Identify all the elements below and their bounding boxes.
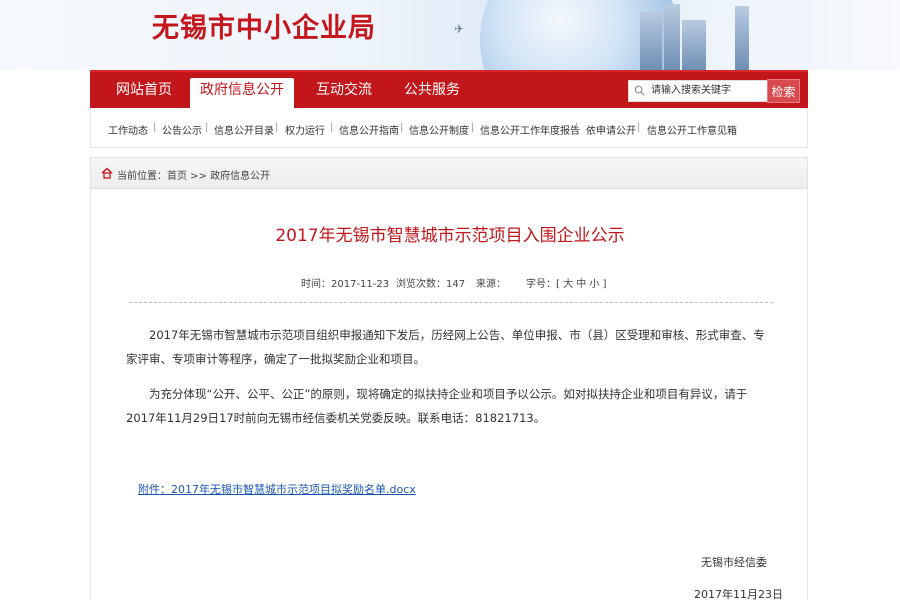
attachment-link[interactable]: 附件：2017年无锡市智慧城市示范项目拟奖励名单.docx	[138, 481, 416, 497]
subnav-announcements[interactable]: 公告公示	[162, 122, 202, 137]
nav-gov-info[interactable]: 政府信息公开	[190, 78, 294, 110]
building-graphic	[735, 6, 749, 70]
home-icon	[101, 167, 113, 179]
article-views: 浏览次数：147	[396, 279, 466, 290]
search-input[interactable]: 请输入搜索关键字	[628, 80, 768, 102]
article-paragraph: 为充分体现“公开、公平、公正”的原则，现将确定的拟扶持企业和项目予以公示。如对拟…	[126, 387, 748, 425]
breadcrumb-text[interactable]: 当前位置：首页 >> 政府信息公开	[117, 167, 270, 182]
title-divider	[129, 302, 773, 303]
nav-interaction[interactable]: 互动交流	[316, 78, 372, 110]
subnav-apply-disclosure[interactable]: 依申请公开	[586, 122, 636, 137]
subnav-separator: |	[400, 122, 404, 133]
building-graphic	[682, 20, 706, 70]
signature-organization: 无锡市经信委	[701, 556, 767, 569]
subnav-work-news[interactable]: 工作动态	[108, 122, 148, 137]
header-banner: ✈ 无锡市中小企业局	[0, 0, 900, 70]
subnav-separator: |	[330, 122, 334, 133]
search-placeholder: 请输入搜索关键字	[651, 85, 731, 96]
subnav-feedback-box[interactable]: 信息公开工作意见箱	[647, 122, 737, 137]
subnav-separator: |	[471, 122, 475, 133]
main-nav: 网站首页 政府信息公开 互动交流 公共服务 请输入搜索关键字 检索	[90, 70, 808, 110]
building-graphic	[664, 4, 680, 70]
airplane-icon: ✈	[454, 22, 465, 36]
sub-nav: 工作动态 | 公告公示 | 信息公开目录 | 权力运行 | 信息公开指南 | 信…	[90, 108, 808, 148]
subnav-separator: |	[275, 122, 279, 133]
subnav-info-guide[interactable]: 信息公开指南	[339, 122, 399, 137]
building-graphic	[640, 12, 662, 70]
nav-public-service[interactable]: 公共服务	[404, 78, 460, 110]
breadcrumb: 当前位置：首页 >> 政府信息公开	[90, 157, 808, 189]
site-title: 无锡市中小企业局	[152, 13, 376, 44]
article-paragraph: 2017年无锡市智慧城市示范项目组织申报通知下发后，历经网上公告、单位申报、市（…	[126, 328, 765, 366]
article-title: 2017年无锡市智慧城市示范项目入围企业公示	[275, 226, 625, 246]
nav-home[interactable]: 网站首页	[116, 78, 172, 110]
subnav-separator: |	[153, 122, 157, 133]
subnav-info-system[interactable]: 信息公开制度	[409, 122, 469, 137]
signature-date: 2017年11月23日	[694, 588, 783, 600]
article-source: 来源：	[476, 279, 506, 290]
subnav-info-catalog[interactable]: 信息公开目录	[214, 122, 274, 137]
font-size-control[interactable]: 字号：[ 大 中 小 ]	[526, 275, 607, 290]
subnav-annual-report[interactable]: 信息公开工作年度报告	[480, 122, 580, 137]
article-time: 时间：2017-11-23	[301, 279, 390, 290]
search-button[interactable]: 检索	[767, 79, 800, 103]
article-container: 2017年无锡市智慧城市示范项目入围企业公示 时间：2017-11-23 浏览次…	[90, 189, 808, 600]
subnav-separator: |	[205, 122, 209, 133]
subnav-separator: |	[575, 122, 579, 133]
subnav-power-operation[interactable]: 权力运行	[285, 122, 325, 137]
search-icon	[634, 85, 645, 96]
subnav-separator: |	[637, 122, 641, 133]
